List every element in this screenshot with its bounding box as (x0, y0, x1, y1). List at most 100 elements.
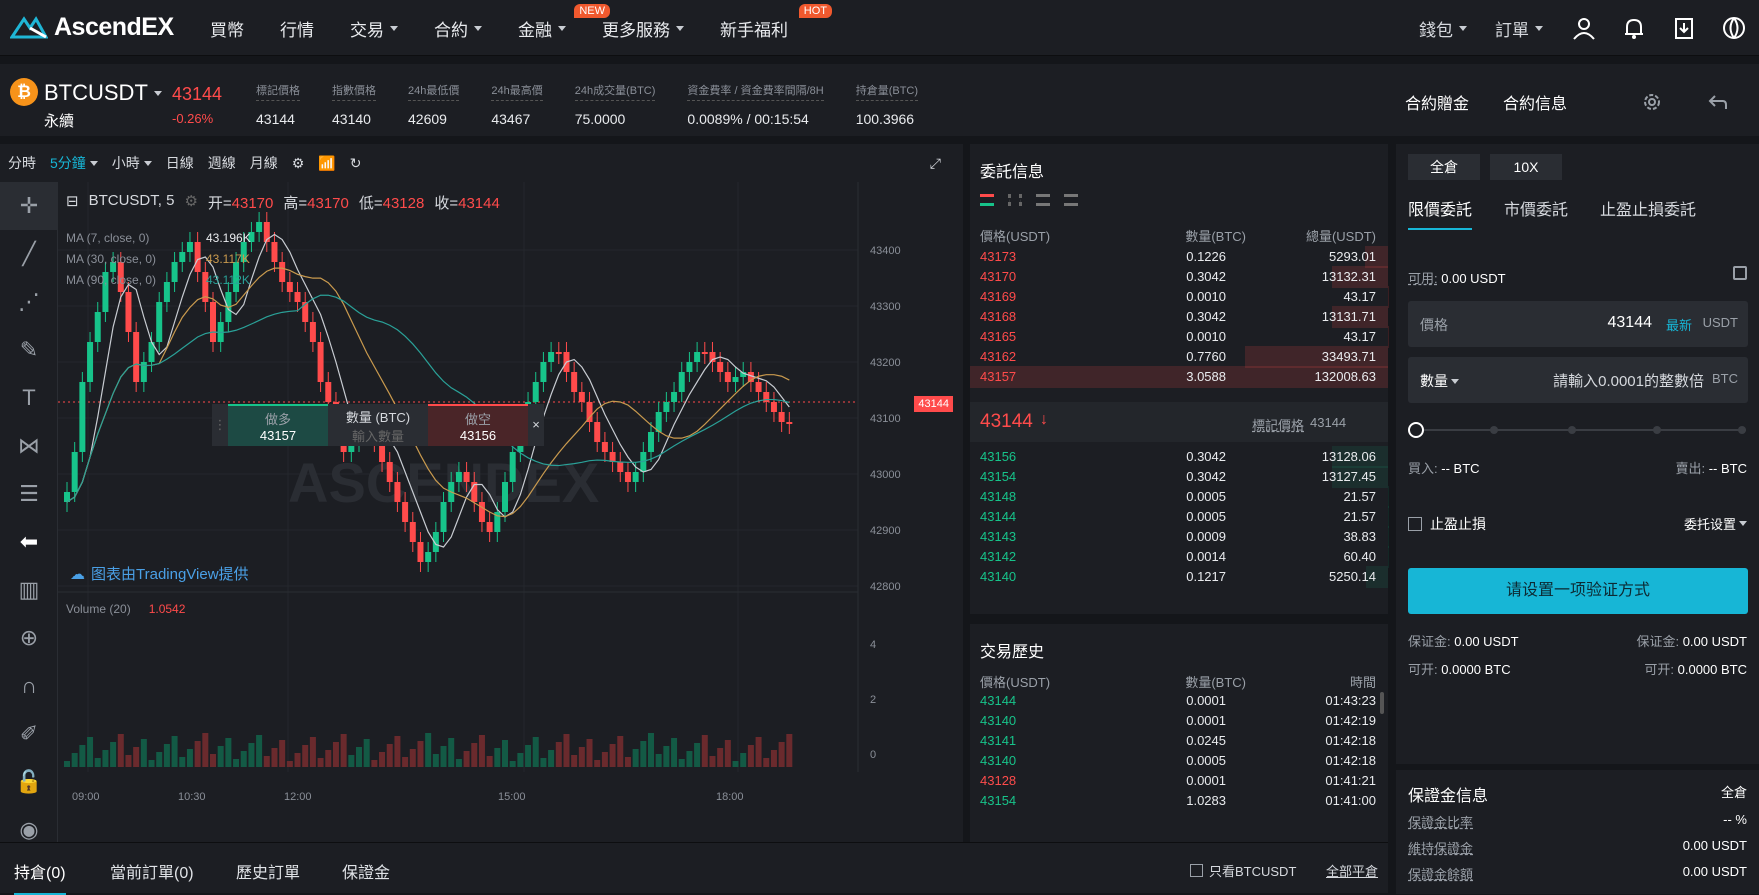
tab-margin[interactable]: 保證金 (342, 859, 390, 883)
logo[interactable]: AscendEX (10, 12, 174, 42)
stat-value: 43140 (332, 111, 376, 127)
quick-short-button[interactable]: 做空43156 (428, 404, 528, 446)
slider-handle[interactable] (1408, 422, 1424, 438)
measure-icon[interactable]: ☰ (0, 470, 58, 518)
interval-month[interactable]: 月線 (250, 153, 278, 173)
orderbook-row[interactable]: 431400.12175250.14 (970, 566, 1388, 588)
price-chart[interactable]: ASCENDEX 4340043300432004310043000429004… (58, 182, 963, 842)
nav-futures[interactable]: 合約 (434, 16, 482, 41)
order-settings-dropdown[interactable]: 委托设置 (1684, 514, 1747, 533)
gear-icon[interactable] (1641, 91, 1663, 113)
orderbook-row[interactable]: 431690.001043.17 (970, 286, 1388, 308)
nav-more-services[interactable]: 更多服務 (602, 16, 684, 41)
interval-time[interactable]: 分時 (8, 153, 36, 173)
orderbook-row[interactable]: 431480.000521.57 (970, 486, 1388, 508)
language-globe-icon[interactable] (1721, 15, 1747, 41)
orderbook-row[interactable]: 431540.304213127.45 (970, 466, 1388, 488)
orderbook-row[interactable]: 431430.000938.83 (970, 526, 1388, 548)
unlock-icon[interactable]: 🔓 (0, 758, 58, 806)
bell-icon[interactable] (1621, 15, 1647, 41)
leverage-button[interactable]: 10X (1490, 154, 1562, 180)
nav-buy-crypto[interactable]: 買幣 (210, 16, 244, 41)
book-view-asks-icon[interactable] (1036, 194, 1050, 206)
interval-5min[interactable]: 5分鐘 (50, 153, 98, 173)
fib-icon[interactable]: ⋰ (0, 278, 58, 326)
collapse-icon[interactable]: ⊟ (66, 192, 79, 213)
tab-positions[interactable]: 持倉(0) (14, 859, 66, 895)
indicators-icon[interactable]: 📶 (318, 155, 335, 172)
pattern-icon[interactable]: ⋈ (0, 422, 58, 470)
magnet-icon[interactable]: ∩ (0, 662, 58, 710)
text-icon[interactable]: T (0, 374, 58, 422)
orderbook-row[interactable]: 431700.304213132.31 (970, 266, 1388, 288)
margin-mode-button[interactable]: 全倉 (1408, 154, 1480, 180)
quantity-input[interactable]: 數量 請輸入0.0001的整數倍 BTC (1408, 357, 1748, 403)
book-view-split-icon[interactable] (1008, 194, 1022, 206)
orderbook-row[interactable]: 431440.000521.57 (970, 506, 1388, 528)
user-icon[interactable] (1571, 15, 1597, 41)
calculator-icon[interactable] (1733, 266, 1747, 280)
scrollbar[interactable] (1380, 692, 1384, 714)
tab-order-history[interactable]: 歷史訂單 (236, 859, 300, 883)
ma-value: 43.117K (206, 252, 250, 266)
only-btcusdt-checkbox[interactable]: 只看BTCUSDT (1190, 861, 1296, 880)
fullscreen-icon[interactable]: ⤢ (930, 155, 941, 172)
orderbook-row[interactable]: 431560.304213128.06 (970, 446, 1388, 468)
legend-settings-icon[interactable]: ⚙ (184, 192, 197, 213)
drag-handle-icon[interactable]: ⋮ (212, 404, 228, 446)
arrow-left-icon[interactable]: ⬅ (0, 518, 58, 566)
tab-open-orders[interactable]: 當前訂單(0) (110, 859, 194, 883)
tpsl-checkbox[interactable]: 止盈止損 (1408, 514, 1486, 534)
orderbook-row[interactable]: 431730.12265293.01 (970, 246, 1388, 268)
checkbox-icon[interactable] (1190, 864, 1203, 877)
checkbox-icon[interactable] (1408, 517, 1422, 531)
nav-trade[interactable]: 交易 (350, 16, 398, 41)
close-icon[interactable]: × (528, 404, 544, 446)
quick-long-button[interactable]: 做多43157 (228, 404, 328, 446)
zoom-in-icon[interactable]: ⊕ (0, 614, 58, 662)
interval-day[interactable]: 日線 (166, 153, 194, 173)
tab-market-order[interactable]: 市價委託 (1504, 196, 1568, 230)
candle (625, 472, 631, 482)
orders-menu[interactable]: 訂單 (1495, 16, 1543, 41)
nav-newbie-rewards[interactable]: 新手福利HOT (720, 16, 788, 41)
orderbook-row[interactable]: 431620.776033493.71 (970, 346, 1388, 368)
close-all-button[interactable]: 全部平倉 (1326, 861, 1378, 880)
orderbook-row[interactable]: 431420.001460.40 (970, 546, 1388, 568)
chart-settings-icon[interactable]: ⚙ (292, 155, 305, 172)
row-total: 43.17 (1343, 289, 1376, 304)
margin-info-title: 保證金信息 (1408, 782, 1488, 806)
set-verification-button[interactable]: 请设置一项验证方式 (1408, 568, 1748, 614)
nav-finance[interactable]: 金融NEW (518, 16, 566, 41)
quantity-slider[interactable] (1408, 422, 1748, 438)
tradingview-credit[interactable]: ☁图表由TradingView提供 (70, 563, 249, 584)
contract-info-link[interactable]: 合約信息 (1503, 90, 1567, 114)
ruler-icon[interactable]: ▥ (0, 566, 58, 614)
book-view-bids-icon[interactable] (1064, 194, 1078, 206)
back-arrow-icon[interactable] (1707, 91, 1729, 113)
qty-unit-selector[interactable]: 數量 (1420, 371, 1459, 391)
orderbook-row[interactable]: 431650.001043.17 (970, 326, 1388, 348)
slider-tick (1738, 426, 1746, 434)
tab-tpsl-order[interactable]: 止盈止損委託 (1600, 196, 1696, 230)
contract-bonus-link[interactable]: 合約贈金 (1405, 90, 1469, 114)
crosshair-icon[interactable]: ✛ (0, 182, 58, 230)
price-input[interactable]: 價格 43144 最新 USDT (1408, 301, 1748, 347)
interval-week[interactable]: 週線 (208, 153, 236, 173)
brush-icon[interactable]: ✎ (0, 326, 58, 374)
wallet-menu[interactable]: 錢包 (1419, 16, 1467, 41)
quick-qty-input[interactable]: 數量 (BTC)輸入數量 (328, 404, 428, 446)
symbol-selector[interactable]: BTCUSDT (44, 80, 162, 106)
interval-hour[interactable]: 小時 (112, 153, 152, 173)
book-view-both-icon[interactable] (980, 194, 994, 206)
latest-price-link[interactable]: 最新 (1666, 315, 1692, 334)
orderbook-row[interactable]: 431573.0588132008.63 (970, 366, 1388, 388)
lock-drawing-icon[interactable]: ✐ (0, 710, 58, 758)
replay-icon[interactable]: ↻ (350, 155, 362, 172)
trendline-icon[interactable]: ╱ (0, 230, 58, 278)
download-icon[interactable] (1671, 15, 1697, 41)
tab-limit-order[interactable]: 限價委託 (1408, 196, 1472, 230)
volume-bar (210, 754, 216, 767)
nav-markets[interactable]: 行情 (280, 16, 314, 41)
orderbook-row[interactable]: 431680.304213131.71 (970, 306, 1388, 328)
